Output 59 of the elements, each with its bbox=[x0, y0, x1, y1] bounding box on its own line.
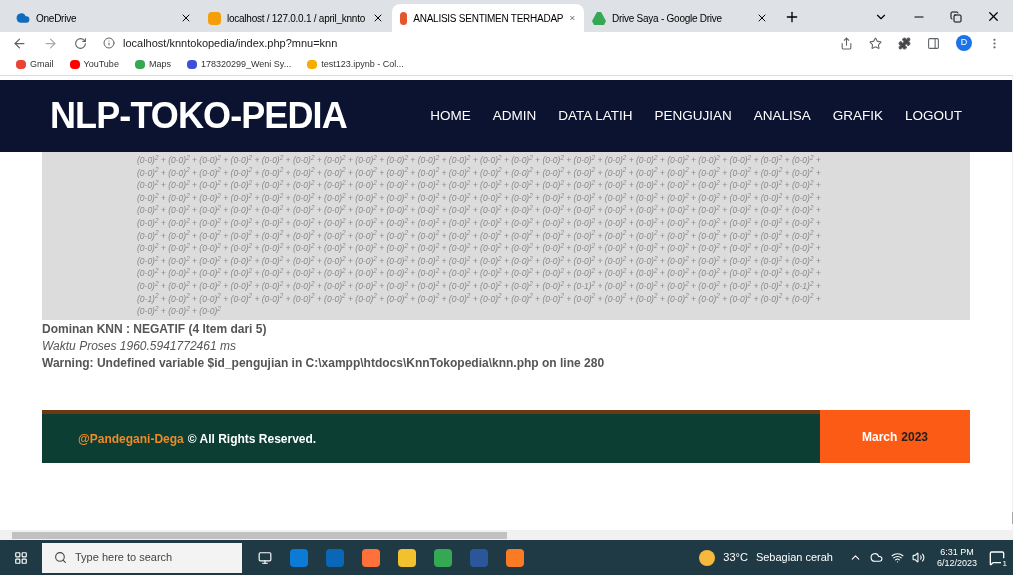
close-icon[interactable] bbox=[180, 12, 192, 24]
site-icon bbox=[16, 60, 26, 69]
temperature[interactable]: 33°C bbox=[723, 549, 748, 566]
task-view-icon[interactable] bbox=[258, 550, 272, 565]
nav-link[interactable]: DATA LATIH bbox=[558, 105, 633, 127]
horizontal-scrollbar[interactable] bbox=[0, 530, 1012, 540]
tab-title: ANALISIS SENTIMEN TERHADAP bbox=[413, 11, 564, 26]
footer-rights: © All Rights Reserved. bbox=[187, 430, 317, 448]
close-icon[interactable] bbox=[372, 12, 384, 24]
bookmark-item[interactable]: YouTube bbox=[69, 57, 119, 72]
windows-icon[interactable] bbox=[14, 550, 28, 565]
tab-title: OneDrive bbox=[36, 11, 78, 26]
share-icon[interactable] bbox=[840, 36, 853, 50]
nav-link[interactable]: ADMIN bbox=[492, 105, 537, 127]
clock-date[interactable]: 6/12/2023 bbox=[936, 557, 977, 569]
footer-month: March bbox=[861, 428, 898, 446]
extensions-icon[interactable] bbox=[898, 36, 911, 50]
weather-text[interactable]: Sebagian cerah bbox=[755, 549, 833, 566]
close-icon[interactable] bbox=[986, 9, 1001, 24]
warning-message: Warning: Undefined variable $id_pengujian in C:\xampp\htdocs\KnnTokopedia\knn.php on line 280 bbox=[42, 355, 606, 372]
clock-time[interactable]: 6:31 PM bbox=[940, 546, 974, 558]
tab-title: localhost / 127.0.0.1 / april_knnto bbox=[227, 11, 366, 26]
bookmark-item[interactable]: Gmail bbox=[16, 57, 54, 72]
bookmark-icon[interactable] bbox=[869, 36, 882, 50]
site-icon bbox=[186, 60, 197, 69]
process-time: Waktu Proses 1960.5941772461 ms bbox=[42, 338, 237, 355]
notification-icon[interactable] bbox=[989, 549, 1005, 566]
volume-icon[interactable] bbox=[911, 551, 925, 564]
cloud-icon bbox=[16, 11, 30, 25]
taskbar-search-field[interactable]: Type here to search bbox=[42, 542, 242, 573]
site-icon bbox=[134, 60, 145, 69]
info-icon[interactable] bbox=[103, 37, 115, 49]
reload-icon[interactable] bbox=[74, 36, 87, 50]
nav-link[interactable]: HOME bbox=[430, 105, 471, 127]
search-icon bbox=[54, 551, 67, 564]
site-icon bbox=[69, 60, 80, 69]
new-tab-icon[interactable] bbox=[784, 9, 800, 25]
back-icon[interactable] bbox=[12, 35, 27, 51]
browser-tab[interactable]: ANALISIS SENTIMEN TERHADAP bbox=[392, 4, 584, 32]
bookmark-item[interactable]: test123.ipynb - Col... bbox=[307, 57, 404, 72]
site-logo: NLP-TOKO-PEDIA bbox=[50, 94, 347, 138]
bookmark-item[interactable]: Maps bbox=[134, 57, 171, 72]
nav-link[interactable]: GRAFIK bbox=[832, 105, 883, 127]
footer-year: 2023 bbox=[901, 428, 928, 446]
address-field[interactable]: localhost/knntokopedia/index.php?mnu=knn bbox=[123, 34, 338, 52]
cloud-icon[interactable] bbox=[869, 551, 883, 564]
side-panel-icon[interactable] bbox=[927, 36, 940, 50]
site-icon bbox=[307, 60, 318, 69]
nav-link[interactable]: ANALISA bbox=[753, 105, 811, 127]
bookmark-item[interactable]: 178320299_Weni Sy... bbox=[186, 57, 292, 72]
nav-link[interactable]: LOGOUT bbox=[905, 105, 962, 127]
tab-title: Drive Saya - Google Drive bbox=[612, 11, 723, 26]
profile-avatar[interactable]: D bbox=[956, 35, 972, 51]
wifi-icon[interactable] bbox=[890, 551, 904, 564]
restore-icon[interactable] bbox=[950, 10, 962, 23]
nav-link[interactable]: PENGUJIAN bbox=[654, 105, 732, 127]
footer-owner: @Pandegani-Dega bbox=[78, 430, 184, 448]
close-icon[interactable] bbox=[756, 12, 768, 24]
dominant-result: Dominan KNN : NEGATIF (4 Item dari 5) bbox=[42, 321, 268, 338]
